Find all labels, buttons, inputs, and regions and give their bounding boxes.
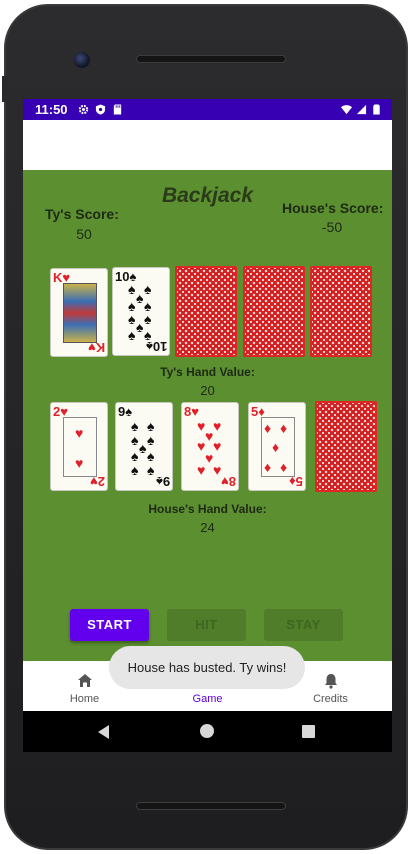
pip: ♠ (147, 418, 155, 434)
pip: ♥ (213, 438, 222, 454)
player-card-3-facedown (175, 266, 237, 357)
house-score: -50 (321, 219, 343, 235)
pip: ♥ (75, 425, 84, 441)
house-card-5-facedown (315, 401, 377, 492)
pip: ♥ (75, 455, 84, 471)
pip: ♠ (144, 281, 152, 297)
pip: ♦ (264, 459, 272, 475)
card-rank-bottom: 10♠ (145, 339, 167, 354)
card-rank-bottom: K♥ (87, 340, 105, 355)
system-navigation-bar (23, 711, 392, 752)
stay-button[interactable]: STAY (264, 609, 343, 641)
player-card-2: 10♠ ♠ ♠ ♠ ♠ ♠ ♠ ♠ ♠ ♠ ♠ 10♠ (112, 267, 170, 356)
player-card-1: K♥ K♥ (50, 268, 108, 357)
house-score-label: House's Score: (282, 200, 384, 216)
front-camera (74, 52, 90, 68)
earpiece-speaker (136, 55, 286, 63)
pip: ♦ (264, 420, 272, 436)
back-icon[interactable] (98, 725, 109, 739)
pip: ♠ (136, 290, 144, 306)
status-bar: 11:50 (23, 99, 392, 120)
signal-icon (356, 104, 367, 115)
pip: ♠ (128, 327, 136, 343)
pip: ♥ (197, 462, 206, 478)
pip: ♠ (147, 462, 155, 478)
screen: 11:50 Backjack Ty's Score: 50 House's Sc… (23, 99, 392, 752)
status-time: 11:50 (35, 102, 68, 117)
start-button[interactable]: START (70, 609, 149, 641)
side-button (2, 76, 6, 102)
house-card-3: 8♥ ♥ ♥ ♥ ♥ ♥ ♥ ♥ ♥ 8♥ (181, 402, 239, 491)
home-circle-icon[interactable] (200, 724, 214, 738)
pip: ♦ (280, 420, 288, 436)
pip: ♥ (213, 418, 222, 434)
card-rank-bottom: 5♦ (289, 474, 303, 489)
home-icon (77, 674, 92, 687)
card-pips: ♥ ♥ ♥ ♥ ♥ ♥ ♥ ♥ (194, 417, 228, 477)
player-score-label: Ty's Score: (45, 206, 119, 222)
pip: ♠ (128, 311, 136, 327)
nav-label-credits: Credits (313, 693, 348, 705)
pip: ♦ (272, 439, 280, 455)
player-hand-value: 20 (200, 383, 215, 398)
player-hand-label: Ty's Hand Value: (160, 365, 255, 379)
pip: ♠ (131, 462, 139, 478)
battery-icon (373, 104, 380, 115)
house-card-1: 2♥ ♥ ♥ 2♥ (50, 402, 108, 491)
toast-message: House has busted. Ty wins! (109, 646, 305, 689)
recent-apps-icon[interactable] (302, 725, 315, 738)
card-pips: ♦ ♦ ♦ ♦ ♦ (261, 417, 295, 477)
pip: ♠ (144, 311, 152, 327)
nav-label-home: Home (69, 693, 100, 705)
pip: ♠ (131, 448, 139, 464)
card-rank-bottom: 8♥ (221, 474, 236, 489)
card-pips: ♠ ♠ ♠ ♠ ♠ ♠ ♠ ♠ ♠ ♠ (125, 282, 159, 342)
pip: ♠ (147, 448, 155, 464)
card-rank-bottom: 9♠ (155, 474, 170, 489)
player-card-5-facedown (310, 266, 372, 357)
game-area: Backjack Ty's Score: 50 House's Score: -… (23, 170, 392, 661)
pip: ♠ (128, 281, 136, 297)
pip: ♠ (131, 432, 139, 448)
pip: ♠ (147, 432, 155, 448)
house-hand-value: 24 (200, 520, 215, 535)
sd-card-icon (113, 104, 121, 115)
wifi-icon (341, 105, 352, 115)
shield-icon (95, 104, 105, 115)
king-face-art (63, 283, 97, 343)
pip: ♠ (136, 319, 144, 335)
pip: ♠ (131, 418, 139, 434)
bottom-speaker (136, 802, 286, 810)
pip: ♠ (139, 440, 147, 456)
card-pips: ♥ ♥ (63, 417, 97, 477)
gear-icon (78, 104, 88, 115)
player-score: 50 (76, 226, 92, 242)
hit-button[interactable]: HIT (167, 609, 246, 641)
card-pips: ♠ ♠ ♠ ♠ ♠ ♠ ♠ ♠ ♠ (128, 417, 162, 477)
house-card-4: 5♦ ♦ ♦ ♦ ♦ ♦ 5♦ (248, 402, 306, 491)
house-hand-label: House's Hand Value: (148, 502, 267, 516)
card-rank-bottom: 2♥ (90, 474, 105, 489)
pip: ♦ (280, 459, 288, 475)
player-card-4-facedown (243, 266, 305, 357)
house-card-2: 9♠ ♠ ♠ ♠ ♠ ♠ ♠ ♠ ♠ ♠ 9♠ (115, 402, 173, 491)
nav-label-game: Game (192, 693, 223, 705)
bell-icon (324, 674, 337, 689)
app-bar (23, 120, 392, 170)
